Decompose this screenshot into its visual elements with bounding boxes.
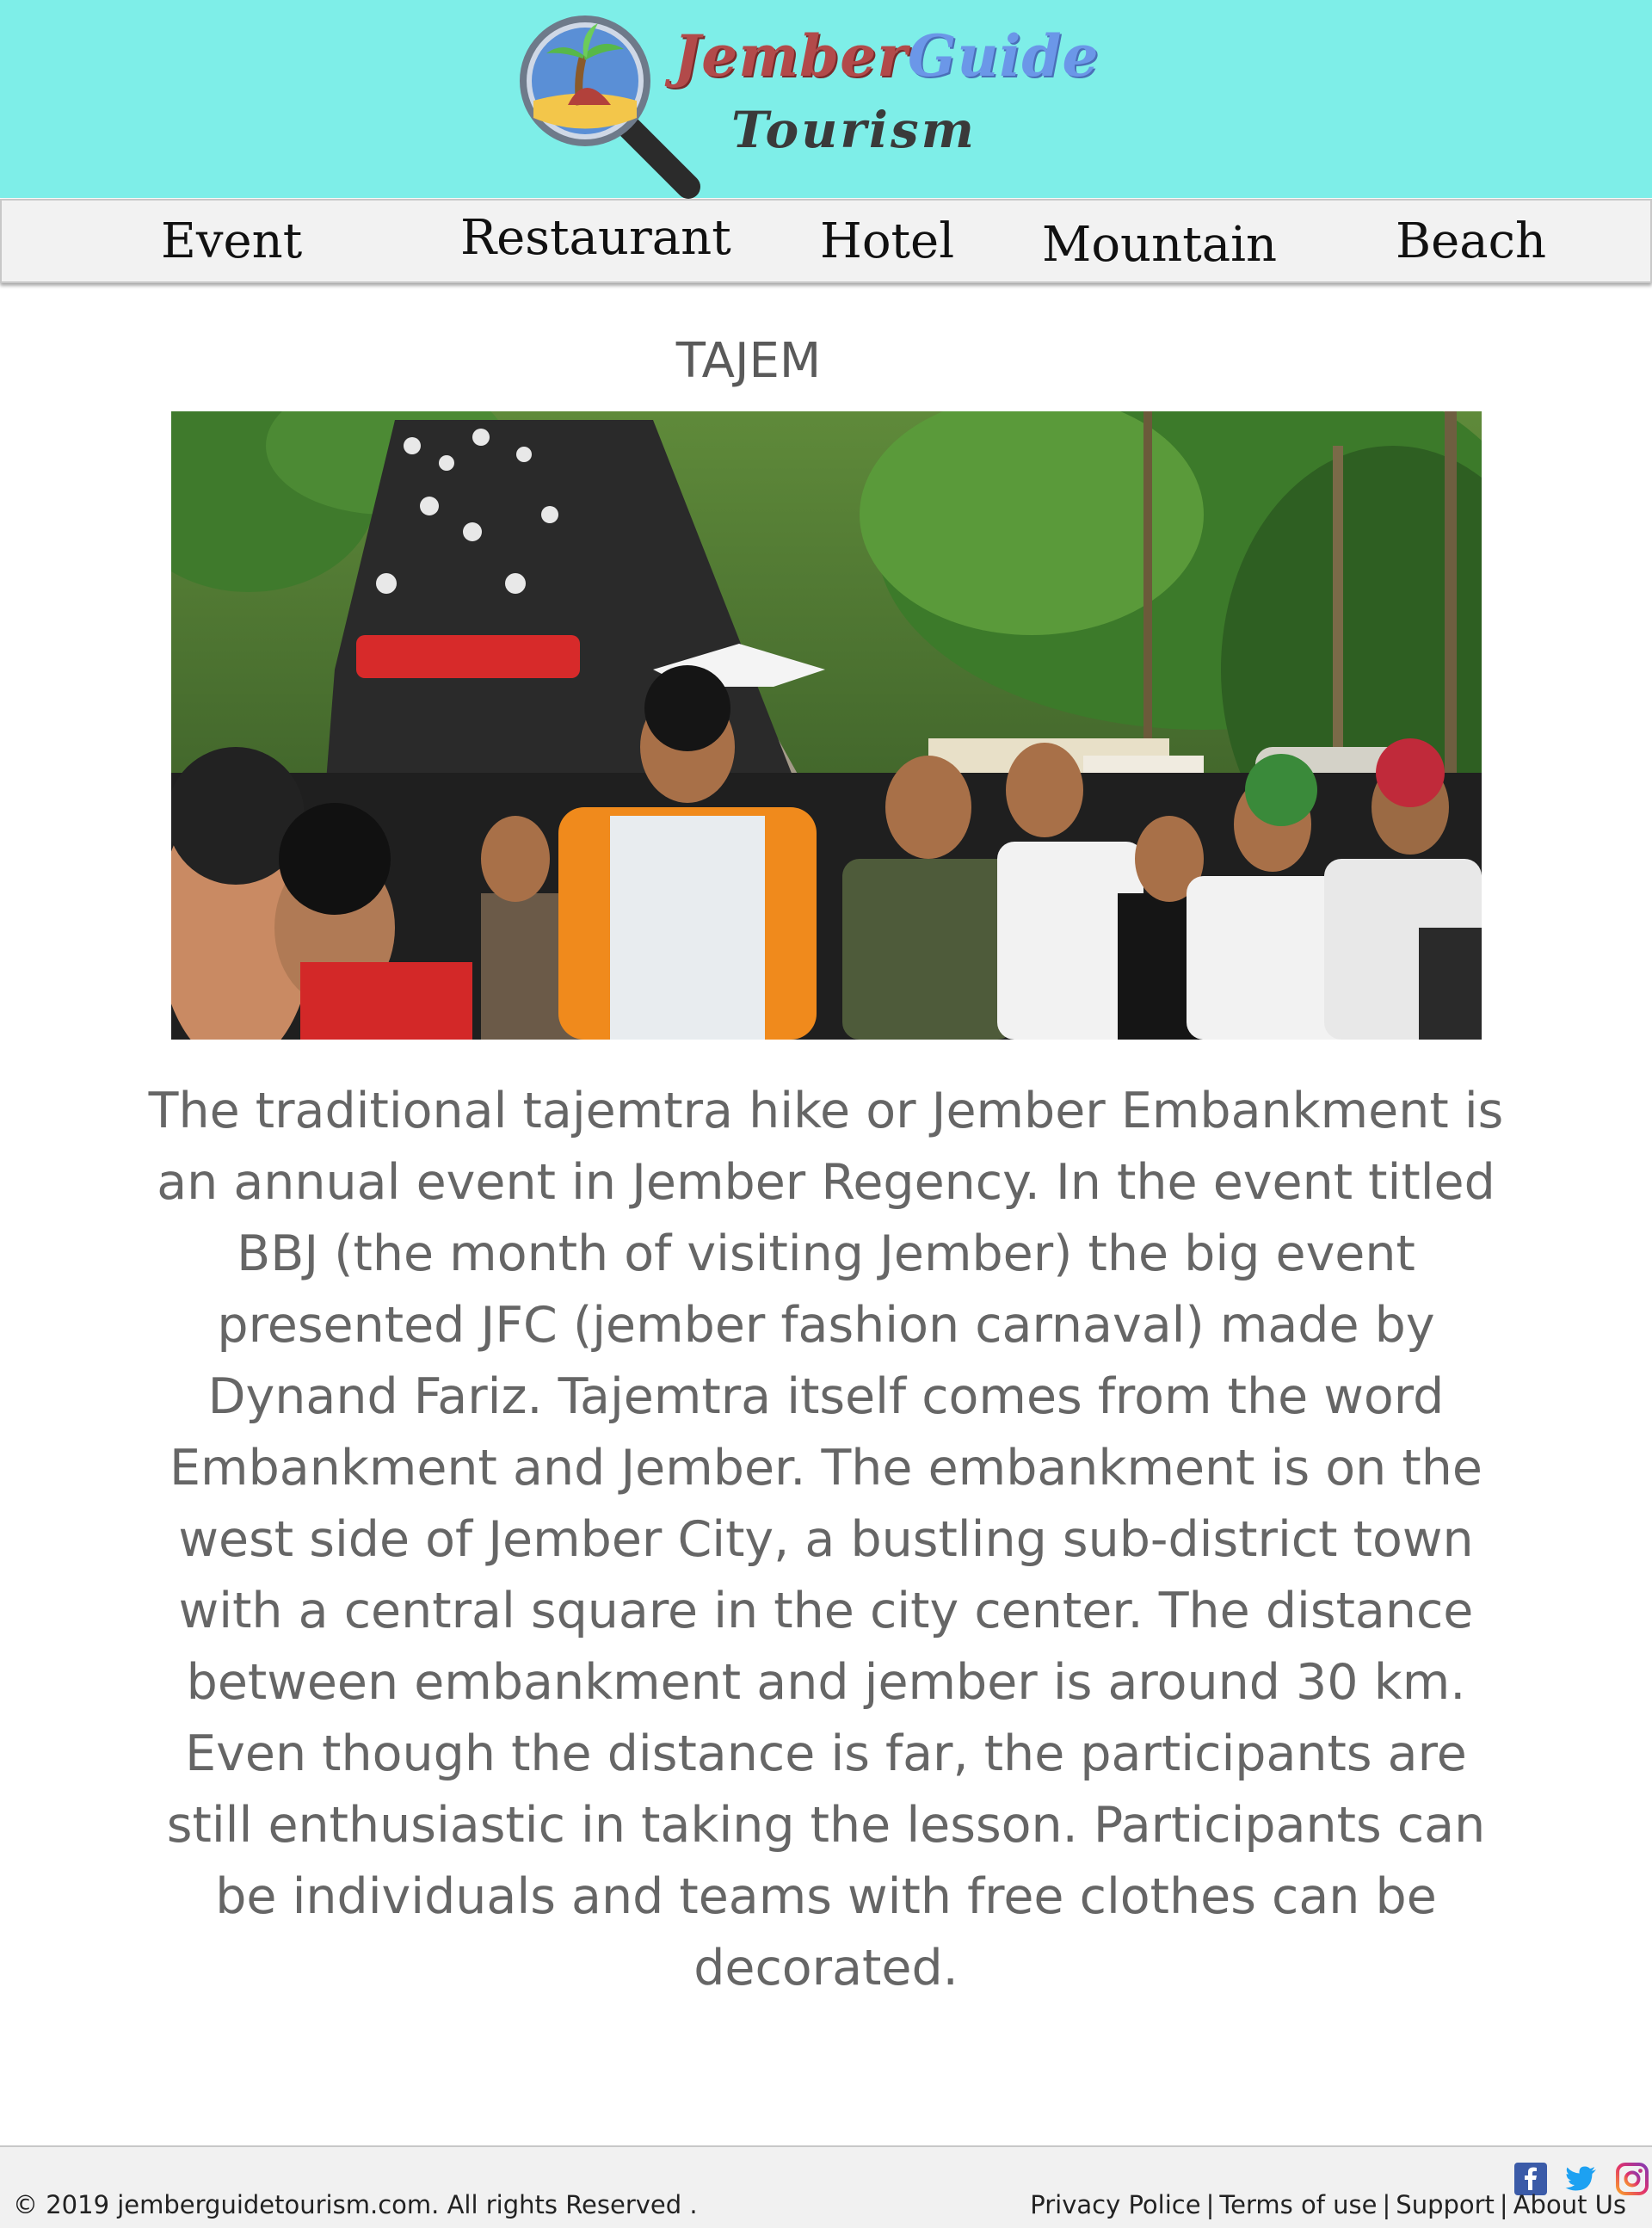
- terms-of-use-link[interactable]: Terms of use: [1219, 2190, 1377, 2219]
- main-navigation: Event Restaurant Hotel Mountain Beach: [0, 199, 1652, 283]
- copyright-text: © 2019 jemberguidetourism.com. All right…: [13, 2190, 698, 2219]
- nav-item-event[interactable]: Event: [161, 207, 302, 276]
- nav-item-hotel[interactable]: Hotel: [820, 207, 954, 276]
- nav-item-restaurant[interactable]: Restaurant: [460, 204, 731, 273]
- page-title: TAJEM: [675, 333, 822, 389]
- logo-wordmark: JemberGuide: [674, 22, 1100, 89]
- logo-subtitle: Tourism: [731, 101, 977, 159]
- logo-part1: Jember: [674, 22, 908, 89]
- footer-separator: |: [1205, 2190, 1215, 2219]
- event-photo: [171, 411, 1482, 1040]
- event-description: The traditional tajemtra hike or Jember …: [148, 1083, 1504, 1997]
- site-header: JemberGuide Tourism: [0, 0, 1652, 200]
- footer-links: Privacy Police | Terms of use | Support | Abou…: [1030, 2190, 1626, 2219]
- footer-separator: |: [1382, 2190, 1391, 2219]
- privacy-policy-link[interactable]: Privacy Police: [1030, 2190, 1200, 2219]
- support-link[interactable]: Support: [1396, 2190, 1495, 2219]
- logo-part2: Guide: [907, 22, 1100, 89]
- site-footer: © 2019 jemberguidetourism.com. All right…: [0, 2145, 1652, 2228]
- crowd-photo-icon: [171, 411, 1482, 1040]
- site-logo[interactable]: JemberGuide Tourism: [516, 10, 1099, 200]
- nav-item-beach[interactable]: Beach: [1396, 207, 1546, 276]
- nav-item-mountain[interactable]: Mountain: [1042, 211, 1277, 280]
- about-us-link[interactable]: About Us: [1513, 2190, 1626, 2219]
- footer-separator: |: [1499, 2190, 1508, 2219]
